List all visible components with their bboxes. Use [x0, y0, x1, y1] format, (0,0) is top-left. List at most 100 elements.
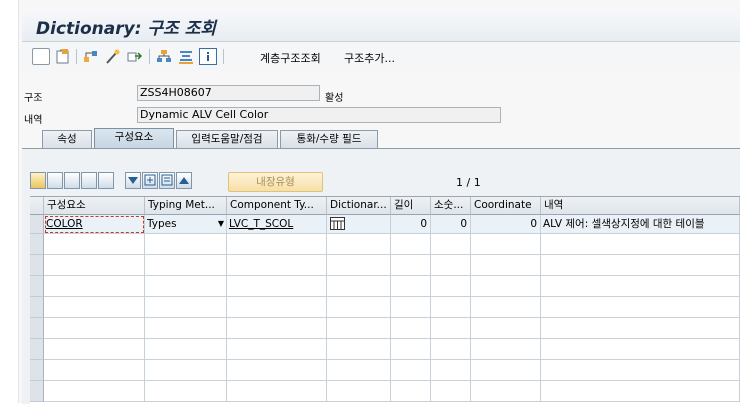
empty-cell[interactable] — [431, 360, 471, 381]
tab-currency-quantity[interactable]: 통화/수량 필드 — [280, 130, 378, 148]
empty-cell[interactable] — [431, 381, 471, 402]
empty-cell[interactable] — [327, 381, 391, 402]
paste-icon[interactable] — [64, 172, 80, 189]
empty-cell[interactable] — [227, 276, 327, 297]
coordinate-cell[interactable]: 0 — [471, 215, 541, 234]
empty-cell[interactable] — [227, 234, 327, 255]
empty-cell[interactable] — [327, 276, 391, 297]
empty-cell[interactable] — [227, 255, 327, 276]
empty-cell[interactable] — [227, 339, 327, 360]
empty-cell[interactable] — [145, 381, 227, 402]
filter-icon[interactable] — [159, 172, 175, 189]
sort-up-icon[interactable] — [176, 172, 192, 189]
empty-cell[interactable] — [431, 255, 471, 276]
empty-cell[interactable] — [391, 255, 431, 276]
col-header-component-type[interactable]: Component Ty... — [227, 197, 327, 215]
col-header-length[interactable]: 길이 — [391, 197, 431, 215]
col-header-coordinate[interactable]: Coordinate — [471, 197, 541, 215]
hierarchy-icon[interactable] — [82, 48, 100, 65]
insert-row-icon[interactable] — [81, 172, 97, 189]
empty-cell[interactable] — [327, 339, 391, 360]
empty-cell[interactable] — [391, 360, 431, 381]
empty-cell[interactable] — [391, 381, 431, 402]
col-header-dictionary[interactable]: Dictionar... — [327, 197, 391, 215]
empty-row-selector[interactable] — [30, 276, 44, 297]
sort-down-icon[interactable] — [125, 172, 141, 189]
empty-cell[interactable] — [327, 318, 391, 339]
empty-cell[interactable] — [541, 318, 740, 339]
dictionary-cell[interactable] — [327, 215, 391, 234]
empty-cell[interactable] — [145, 360, 227, 381]
empty-cell[interactable] — [44, 381, 145, 402]
tab-input-help-check[interactable]: 입력도움말/점검 — [176, 130, 278, 148]
empty-cell[interactable] — [44, 360, 145, 381]
new-page-icon[interactable] — [32, 48, 50, 65]
col-header-description[interactable]: 내역 — [541, 197, 740, 215]
empty-cell[interactable] — [327, 297, 391, 318]
table-type-icon[interactable] — [330, 217, 345, 233]
empty-cell[interactable] — [145, 234, 227, 255]
empty-cell[interactable] — [44, 234, 145, 255]
hierarchy-display-button[interactable]: 계층구조조회 — [260, 50, 321, 66]
empty-cell[interactable] — [431, 234, 471, 255]
component-cell[interactable]: COLOR — [44, 215, 145, 234]
transport-icon[interactable] — [126, 48, 144, 65]
empty-cell[interactable] — [471, 360, 541, 381]
expand-icon[interactable] — [142, 172, 158, 189]
empty-cell[interactable] — [541, 360, 740, 381]
empty-cell[interactable] — [44, 339, 145, 360]
empty-row-selector[interactable] — [30, 381, 44, 402]
tab-components[interactable]: 구성요소 — [94, 128, 174, 148]
empty-cell[interactable] — [541, 276, 740, 297]
copy-icon[interactable] — [47, 172, 63, 189]
empty-cell[interactable] — [541, 381, 740, 402]
builtin-type-button[interactable]: 내장유형 — [228, 172, 323, 192]
empty-cell[interactable] — [227, 297, 327, 318]
empty-cell[interactable] — [327, 360, 391, 381]
empty-cell[interactable] — [44, 276, 145, 297]
empty-row-selector[interactable] — [30, 318, 44, 339]
empty-cell[interactable] — [431, 318, 471, 339]
empty-cell[interactable] — [391, 276, 431, 297]
empty-cell[interactable] — [541, 339, 740, 360]
empty-cell[interactable] — [227, 381, 327, 402]
empty-cell[interactable] — [541, 297, 740, 318]
col-header-typing-method[interactable]: Typing Met... — [145, 197, 227, 215]
empty-row-selector[interactable] — [30, 297, 44, 318]
description-cell[interactable]: ALV 제어: 셀색상지정에 대한 테이블 — [541, 215, 740, 234]
info-icon[interactable] — [199, 48, 217, 65]
empty-cell[interactable] — [471, 318, 541, 339]
row-selector[interactable] — [30, 215, 44, 234]
empty-cell[interactable] — [145, 255, 227, 276]
select-all-corner[interactable] — [30, 197, 44, 215]
empty-cell[interactable] — [431, 339, 471, 360]
empty-cell[interactable] — [471, 297, 541, 318]
empty-cell[interactable] — [471, 339, 541, 360]
tab-attributes[interactable]: 속성 — [42, 130, 92, 148]
empty-cell[interactable] — [471, 234, 541, 255]
empty-cell[interactable] — [391, 318, 431, 339]
empty-cell[interactable] — [431, 276, 471, 297]
col-header-decimals[interactable]: 소숫... — [431, 197, 471, 215]
empty-cell[interactable] — [391, 234, 431, 255]
empty-cell[interactable] — [44, 297, 145, 318]
empty-cell[interactable] — [471, 255, 541, 276]
delete-row-icon[interactable] — [98, 172, 114, 189]
empty-row-selector[interactable] — [30, 234, 44, 255]
empty-cell[interactable] — [227, 360, 327, 381]
description-field[interactable]: Dynamic ALV Cell Color — [137, 107, 501, 123]
empty-cell[interactable] — [227, 318, 327, 339]
empty-cell[interactable] — [391, 339, 431, 360]
empty-cell[interactable] — [44, 255, 145, 276]
add-structure-button[interactable]: 구조추가... — [344, 50, 395, 66]
where-used-icon[interactable] — [155, 48, 173, 65]
empty-cell[interactable] — [471, 381, 541, 402]
empty-cell[interactable] — [145, 276, 227, 297]
typing-method-cell[interactable]: Types ▼ — [145, 215, 227, 234]
empty-row-selector[interactable] — [30, 255, 44, 276]
empty-cell[interactable] — [327, 255, 391, 276]
decimals-cell[interactable]: 0 — [431, 215, 471, 234]
magic-wand-icon[interactable] — [104, 48, 122, 65]
col-header-component[interactable]: 구성요소 — [44, 197, 145, 215]
empty-row-selector[interactable] — [30, 360, 44, 381]
